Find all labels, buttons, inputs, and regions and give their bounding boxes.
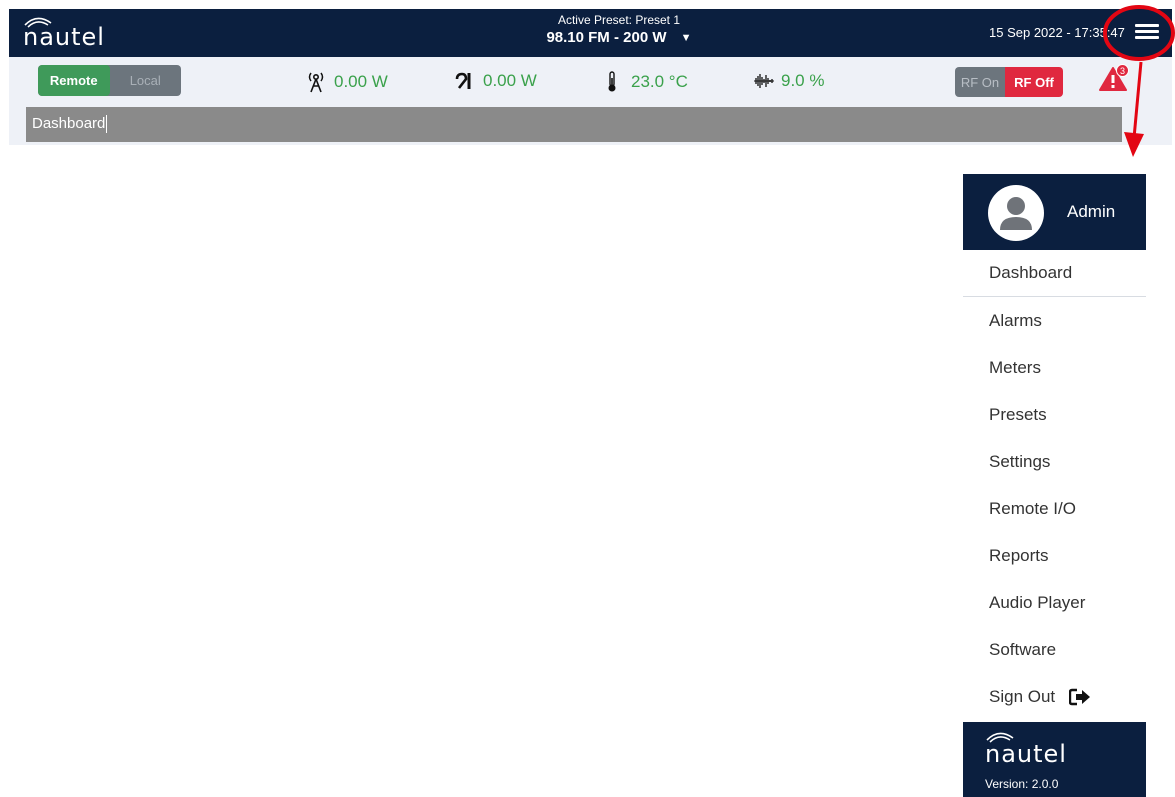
- app-page: nautel Active Preset: Preset 1 98.10 FM …: [0, 0, 1175, 797]
- modulation-value: 9.0 %: [781, 71, 825, 90]
- user-avatar-icon: [988, 185, 1044, 241]
- top-header: nautel Active Preset: Preset 1 98.10 FM …: [9, 9, 1172, 57]
- menu-item-dashboard[interactable]: Dashboard: [963, 250, 1146, 297]
- caret-down-icon[interactable]: ▼: [681, 32, 692, 44]
- date-time: 15 Sep 2022 - 17:35:47: [989, 25, 1125, 40]
- reflected-power-icon: [455, 72, 471, 89]
- footer-brand-text: nautel: [985, 740, 1067, 768]
- temperature-value: 23.0 °C: [631, 72, 688, 91]
- menu-item-software[interactable]: Software: [963, 626, 1146, 673]
- thermometer-icon: [608, 71, 616, 92]
- menu-item-remote-io[interactable]: Remote I/O: [963, 485, 1146, 532]
- menu-item-settings[interactable]: Settings: [963, 438, 1146, 485]
- breadcrumb-text: Dashboard: [32, 115, 106, 132]
- footer-nautel-logo: nautel: [985, 728, 1075, 768]
- temperature-meter: 23.0 °C: [605, 71, 688, 93]
- navigation-menu: Admin Dashboard Alarms Meters Presets Se…: [963, 174, 1146, 797]
- status-bar: Remote Local 0.00 W 0.00 W 23.0 °C 9.0 %…: [9, 57, 1172, 105]
- user-profile-header[interactable]: Admin: [963, 174, 1146, 250]
- user-name: Admin: [1067, 202, 1116, 221]
- menu-item-audio-player[interactable]: Audio Player: [963, 579, 1146, 626]
- active-preset-selector[interactable]: Active Preset: Preset 1 98.10 FM - 200 W…: [499, 13, 739, 46]
- rf-on-button[interactable]: RF On: [955, 67, 1005, 97]
- nautel-logo[interactable]: nautel: [23, 13, 113, 53]
- menu-item-sign-out[interactable]: Sign Out: [963, 673, 1146, 720]
- alarm-indicator[interactable]: 3: [1099, 64, 1129, 94]
- hamburger-menu-icon[interactable]: [1135, 21, 1159, 43]
- preset-value: 98.10 FM - 200 W: [546, 29, 667, 46]
- rf-toggle[interactable]: RF On RF Off: [955, 67, 1063, 97]
- forward-power-meter: 0.00 W: [306, 71, 388, 93]
- sign-out-icon: [1069, 688, 1091, 705]
- preset-label: Active Preset: Preset 1: [557, 13, 681, 27]
- text-cursor: [106, 115, 108, 134]
- breadcrumb-bar: Dashboard: [9, 105, 1172, 145]
- rf-off-button[interactable]: RF Off: [1005, 67, 1063, 97]
- menu-footer: nautel Version: 2.0.0: [963, 722, 1146, 797]
- preset-value-row: 98.10 FM - 200 W ▼: [499, 29, 739, 46]
- reflected-power-value: 0.00 W: [483, 71, 537, 90]
- audio-waveform-icon: [754, 74, 774, 88]
- menu-item-reports[interactable]: Reports: [963, 532, 1146, 579]
- local-button[interactable]: Local: [110, 65, 182, 96]
- alarm-count-badge: 3: [1116, 64, 1129, 77]
- menu-item-presets[interactable]: Presets: [963, 391, 1146, 438]
- brand-text: nautel: [23, 23, 105, 51]
- forward-power-value: 0.00 W: [334, 72, 388, 91]
- sign-out-label: Sign Out: [989, 686, 1056, 706]
- remote-local-toggle[interactable]: Remote Local: [38, 65, 181, 96]
- remote-button[interactable]: Remote: [38, 65, 110, 96]
- modulation-meter: 9.0 %: [753, 71, 824, 91]
- menu-item-alarms[interactable]: Alarms: [963, 297, 1146, 344]
- antenna-tower-icon: [308, 72, 324, 93]
- menu-item-meters[interactable]: Meters: [963, 344, 1146, 391]
- reflected-power-meter: 0.00 W: [455, 71, 537, 91]
- breadcrumb: Dashboard: [26, 107, 1122, 142]
- version-text: Version: 2.0.0: [985, 777, 1059, 791]
